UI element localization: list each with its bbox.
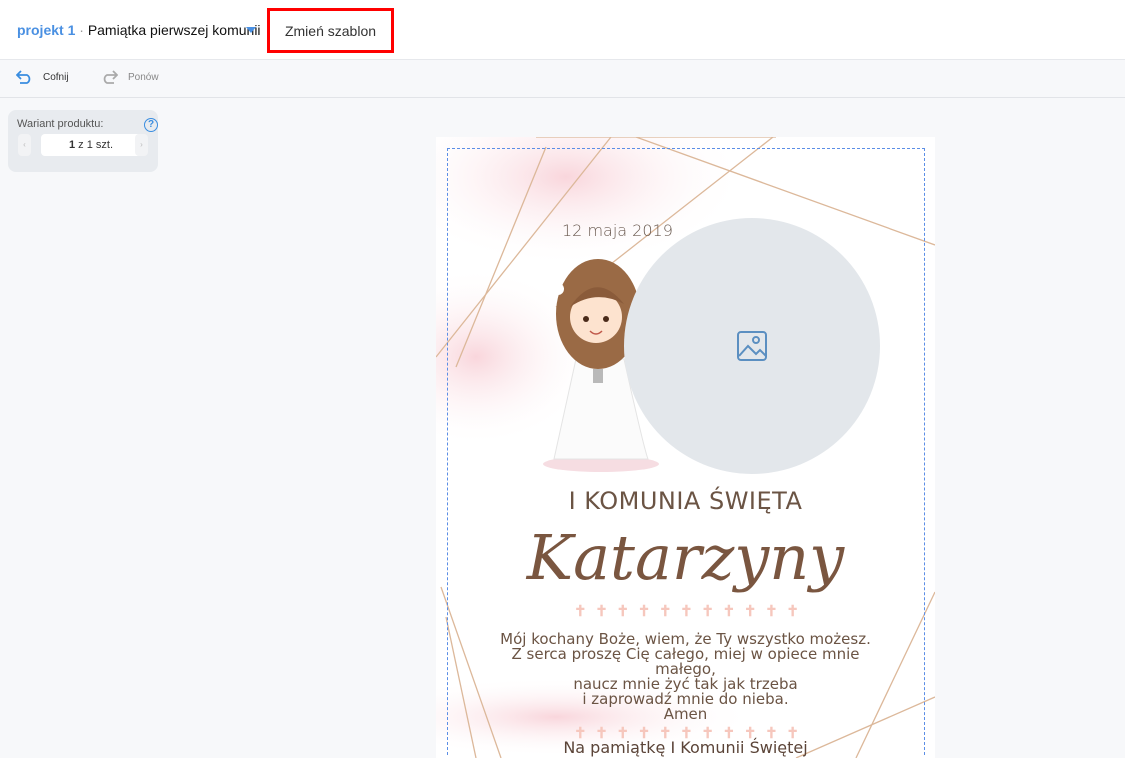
photo-placeholder[interactable]: [624, 218, 880, 474]
cross-icon: ✝: [743, 603, 757, 620]
undo-button[interactable]: Cofnij: [16, 70, 69, 84]
top-bar: projekt 1 · Pamiątka pierwszej komunii Z…: [0, 0, 1125, 60]
variant-current: 1: [68, 139, 76, 151]
design-canvas[interactable]: 12 maja 2019 I KOMUNIA ŚWIĘTA Katarzyny …: [436, 137, 935, 758]
change-template-button[interactable]: Zmień szablon: [267, 8, 394, 53]
cross-icon: ✝: [616, 603, 630, 620]
card-title[interactable]: I KOMUNIA ŚWIĘTA: [436, 487, 935, 515]
variant-label: Wariant produktu:: [17, 118, 104, 130]
prev-variant-button[interactable]: ‹: [18, 134, 31, 156]
date-text[interactable]: 12 maja 2019: [562, 221, 673, 240]
help-icon[interactable]: ?: [144, 118, 158, 132]
cross-icon: ✝: [722, 603, 736, 620]
product-name: Pamiątka pierwszej komunii: [87, 22, 261, 38]
image-icon: [737, 331, 767, 361]
variant-total: z 1 szt.: [78, 139, 114, 151]
redo-button[interactable]: Ponów: [101, 70, 159, 84]
cross-icon: ✝: [680, 603, 693, 620]
cross-icon: ✝: [658, 603, 672, 620]
child-name[interactable]: Katarzyny: [436, 522, 935, 594]
redo-icon: [103, 70, 118, 84]
redo-label: Ponów: [128, 71, 159, 83]
next-variant-button[interactable]: ›: [135, 134, 148, 156]
cross-row-top: ✝ ✝ ✝ ✝ ✝ ✝ ✝ ✝ ✝ ✝ ✝: [574, 603, 799, 620]
product-variant-panel: Wariant produktu: ? ‹ 1 z 1 szt. ›: [8, 110, 158, 172]
cross-icon: ✝: [595, 603, 608, 620]
toolbar: Cofnij Ponów: [0, 60, 1125, 98]
chevron-down-icon[interactable]: [246, 27, 256, 33]
cross-icon: ✝: [701, 603, 714, 620]
variant-counter: 1 z 1 szt.: [41, 134, 141, 156]
undo-icon: [16, 70, 31, 84]
poem-text[interactable]: Mój kochany Boże, wiem, że Ty wszystko m…: [436, 632, 935, 722]
cross-icon: ✝: [637, 603, 651, 620]
cross-icon: ✝: [765, 603, 778, 620]
undo-label: Cofnij: [43, 71, 69, 83]
separator: ·: [79, 22, 84, 38]
poem-line: Amen: [663, 705, 708, 723]
project-selector[interactable]: projekt 1 · Pamiątka pierwszej komunii: [17, 22, 261, 38]
project-name: projekt 1: [17, 22, 76, 38]
cross-icon: ✝: [574, 603, 587, 620]
cross-icon: ✝: [786, 603, 799, 620]
footer-text[interactable]: Na pamiątkę I Komunii Świętej: [436, 740, 935, 756]
